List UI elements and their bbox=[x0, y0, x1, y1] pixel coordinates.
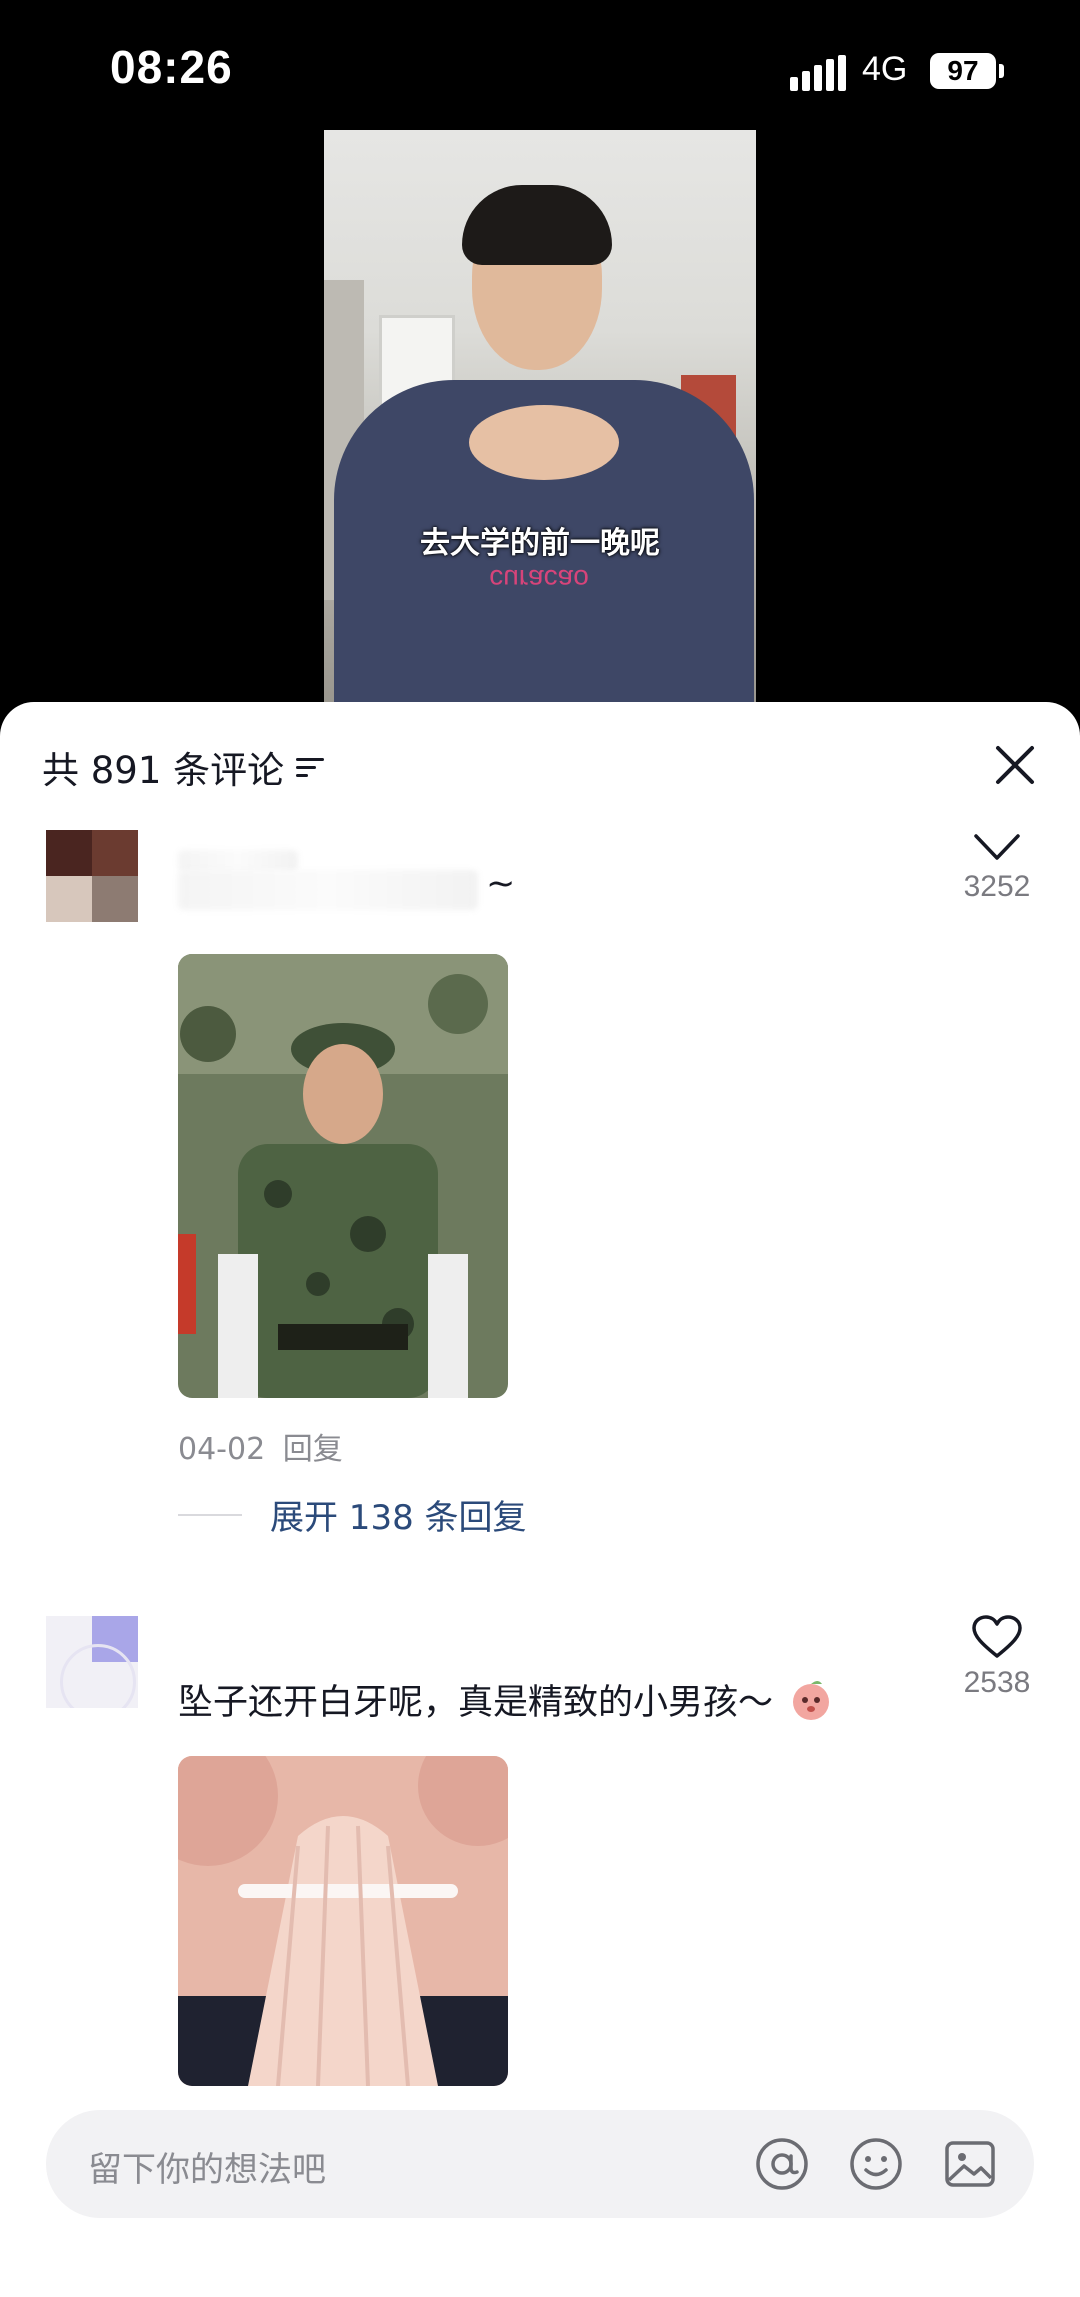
at-icon bbox=[756, 2138, 808, 2190]
heart-icon bbox=[974, 834, 1020, 860]
military-training-image bbox=[178, 954, 508, 1398]
expand-replies[interactable]: 展开 138 条回复 bbox=[178, 1490, 527, 1539]
shirt-logo: curacao bbox=[489, 564, 589, 595]
smiley-icon bbox=[850, 2138, 902, 2190]
avatar[interactable] bbox=[46, 1616, 138, 1708]
hands-face-image bbox=[178, 1756, 508, 2086]
close-icon bbox=[996, 746, 1034, 784]
comment-text-suffix: ~ bbox=[486, 864, 516, 904]
like-button[interactable]: 3252 bbox=[942, 822, 1052, 904]
image-icon bbox=[945, 2141, 995, 2187]
sort-filter-icon[interactable] bbox=[296, 754, 326, 780]
like-count: 2538 bbox=[963, 1666, 1031, 1699]
username-blurred bbox=[178, 850, 298, 872]
like-count: 3252 bbox=[963, 870, 1031, 903]
comments-header: 共 891 条评论 bbox=[42, 740, 326, 794]
like-button[interactable]: 2538 bbox=[942, 1614, 1052, 1700]
peach-emoji-icon bbox=[793, 1681, 830, 1720]
comments-sheet: 共 891 条评论 ~ 3252 04-02 回复 展开 138 条回复 坠子还… bbox=[0, 702, 1080, 2297]
comment-meta: 04-02 回复 bbox=[178, 1424, 343, 1468]
comment-image[interactable] bbox=[178, 1756, 508, 2086]
signal-icon bbox=[790, 55, 846, 91]
emoji-button[interactable] bbox=[846, 2134, 906, 2194]
avatar[interactable] bbox=[46, 830, 138, 922]
comment-text-content: 坠子还开白牙呢，真是精致的小男孩～ bbox=[178, 1683, 774, 1723]
comment-input-bar[interactable]: 留下你的想法吧 bbox=[46, 2110, 1034, 2218]
video-person-hair bbox=[462, 185, 612, 265]
mention-button[interactable] bbox=[752, 2134, 812, 2194]
comment-text-blurred bbox=[178, 870, 478, 910]
status-time: 08:26 bbox=[110, 41, 233, 93]
video-caption: 去大学的前一晚呢 bbox=[420, 526, 660, 561]
video-player[interactable]: curacao 去大学的前一晚呢 bbox=[324, 130, 756, 702]
battery-tip bbox=[999, 64, 1004, 78]
battery-icon: 97 bbox=[930, 53, 996, 89]
comment-text: 坠子还开白牙呢，真是精致的小男孩～ bbox=[178, 1674, 834, 1725]
image-button[interactable] bbox=[940, 2134, 1000, 2194]
video-person-hands bbox=[469, 405, 619, 480]
comment-image[interactable] bbox=[178, 954, 508, 1398]
comment-input[interactable]: 留下你的想法吧 bbox=[88, 2142, 326, 2191]
reply-button[interactable]: 回复 bbox=[283, 1432, 343, 1467]
close-button[interactable] bbox=[990, 740, 1040, 790]
expand-divider bbox=[178, 1513, 242, 1516]
network-type: 4G bbox=[862, 50, 908, 88]
comment-date: 04-02 bbox=[178, 1432, 266, 1467]
heart-icon bbox=[972, 1615, 1022, 1658]
comments-count-title: 共 891 条评论 bbox=[42, 749, 285, 792]
expand-replies-label: 展开 138 条回复 bbox=[270, 1498, 527, 1538]
status-bar: 08:26 4G 97 bbox=[0, 0, 1080, 130]
